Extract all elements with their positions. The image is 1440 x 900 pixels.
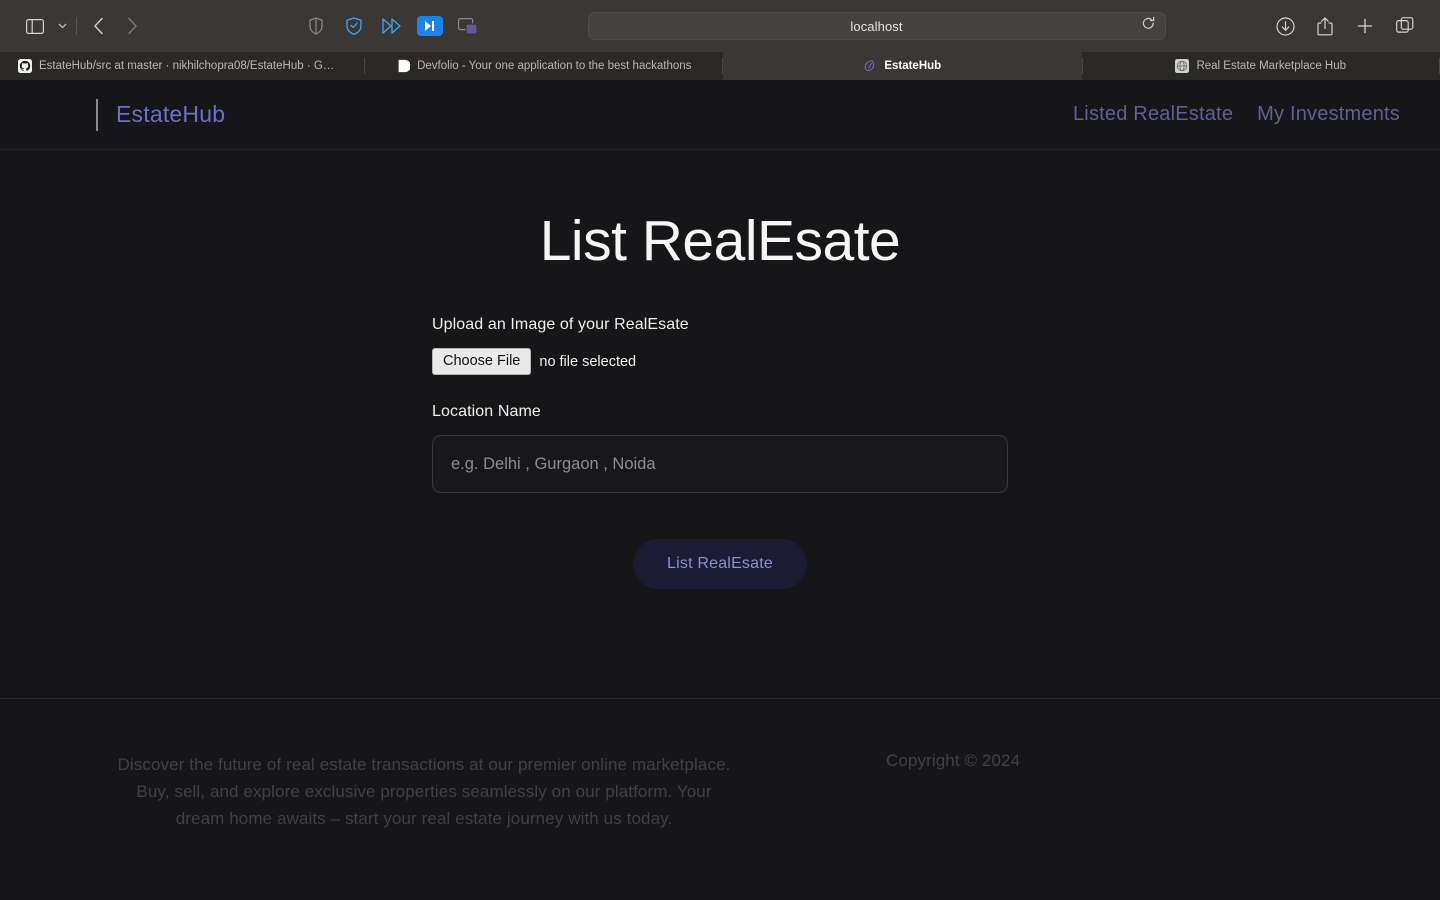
skip-forward-icon[interactable] [413, 11, 447, 41]
tab-overview-icon[interactable] [1388, 11, 1422, 41]
shield-icon[interactable] [299, 11, 333, 41]
sidebar-dropdown-chevron-down-icon[interactable] [52, 11, 72, 41]
page-title: List RealEsate [539, 209, 901, 273]
tab-strip: EstateHub/src at master · nikhilchopra08… [0, 52, 1440, 80]
browser-tab-3[interactable]: Real Estate Marketplace Hub [1081, 52, 1440, 80]
location-name-input[interactable] [432, 435, 1008, 494]
nextjs-leaf-icon [864, 60, 875, 72]
sidebar-toggle-icon[interactable] [18, 11, 52, 41]
file-input-row[interactable]: Choose File no file selected [432, 348, 1008, 376]
toolbar-right-group [1268, 11, 1422, 41]
main-content: List RealEsate Upload an Image of your R… [0, 150, 1440, 698]
choose-file-button[interactable]: Choose File [432, 348, 532, 376]
footer-blurb: Discover the future of real estate trans… [117, 755, 731, 828]
browser-chrome: localhost EstateHub/src at master · nikh… [0, 0, 1440, 80]
address-bar-container: localhost [499, 12, 1254, 40]
toolbar-divider [76, 17, 77, 35]
browser-tab-title: EstateHub/src at master · nikhilchopra08… [39, 60, 335, 72]
globe-icon [1175, 59, 1190, 73]
browser-tab-0[interactable]: EstateHub/src at master · nikhilchopra08… [0, 52, 365, 80]
privacy-badger-shield-icon[interactable] [337, 11, 371, 41]
brand-name: EstateHub [116, 101, 226, 127]
upload-image-label: Upload an Image of your RealEsate [432, 316, 689, 333]
new-tab-plus-icon[interactable] [1348, 11, 1382, 41]
reload-icon[interactable] [1142, 16, 1155, 36]
brand-accent-rule [96, 98, 98, 131]
location-name-label: Location Name [432, 403, 541, 421]
site-footer: Discover the future of real estate trans… [0, 698, 1440, 900]
file-selected-status: no file selected [539, 353, 637, 370]
footer-copyright: Copyright © 2024 [886, 751, 1021, 770]
browser-tab-title: EstateHub [884, 60, 942, 72]
picture-in-picture-icon[interactable] [451, 11, 485, 41]
browser-tab-2[interactable]: EstateHub [723, 52, 1082, 80]
forward-chevron-icon[interactable] [115, 11, 149, 41]
site-header: EstateHub Listed RealEstate My Investmen… [0, 80, 1440, 150]
site-nav: Listed RealEstate My Investments [1073, 103, 1400, 126]
list-realestate-submit-button[interactable]: List RealEsate [633, 539, 807, 590]
share-icon[interactable] [1308, 11, 1342, 41]
devfolio-icon [398, 59, 411, 73]
address-bar[interactable]: localhost [587, 12, 1166, 40]
brand[interactable]: EstateHub [96, 98, 226, 131]
fast-forward-icon[interactable] [375, 11, 409, 41]
nav-link-listed-realestate[interactable]: Listed RealEstate [1073, 103, 1233, 126]
browser-tab-1[interactable]: Devfolio - Your one application to the b… [365, 52, 724, 80]
nav-link-my-investments[interactable]: My Investments [1257, 103, 1400, 126]
browser-tab-title: Devfolio - Your one application to the b… [417, 60, 692, 72]
list-realestate-form: Upload an Image of your RealEsate Choose… [432, 316, 1008, 590]
github-icon [18, 59, 32, 73]
toolbar-left-group [18, 11, 149, 41]
submit-row: List RealEsate [432, 539, 1008, 590]
back-chevron-icon[interactable] [81, 11, 115, 41]
page-content: EstateHub Listed RealEstate My Investmen… [0, 80, 1440, 900]
downloads-icon[interactable] [1268, 11, 1302, 41]
address-bar-url: localhost [850, 18, 903, 34]
browser-toolbar: localhost [0, 0, 1440, 52]
browser-tab-title: Real Estate Marketplace Hub [1196, 60, 1347, 72]
toolbar-extensions-group [299, 11, 485, 41]
